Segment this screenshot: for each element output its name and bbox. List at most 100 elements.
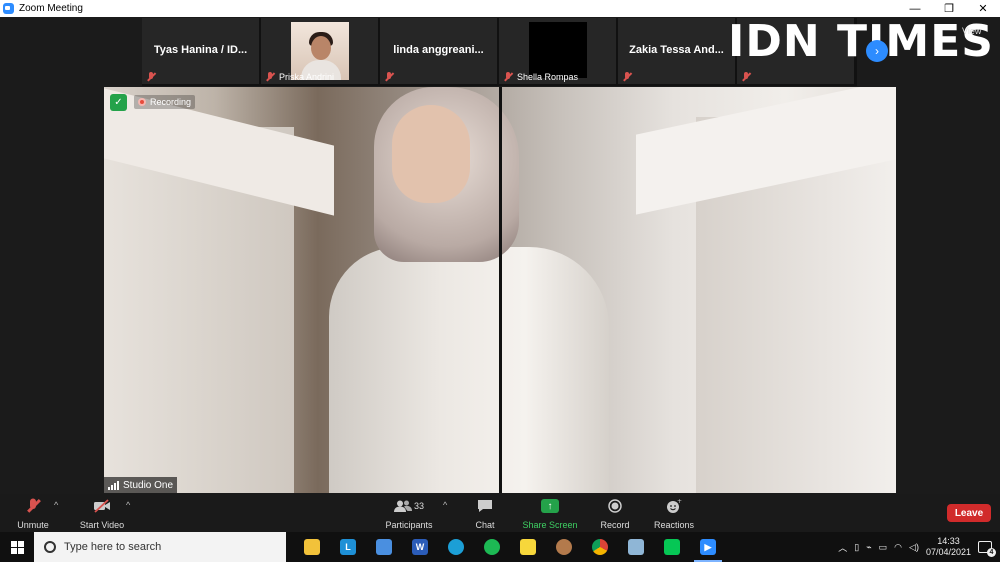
word-app[interactable]: W <box>402 532 438 562</box>
zoom-app[interactable]: ▶ <box>690 532 726 562</box>
clock-time: 14:33 <box>937 536 960 546</box>
participant-tile[interactable]: Shella Rompas <box>499 18 616 84</box>
mic-muted-icon <box>622 72 632 82</box>
participant-name: Tyas Hanina / ID... <box>153 44 248 56</box>
participant-name: Zakia Tessa And... <box>629 44 724 56</box>
zoom-camera-icon: ▶ <box>700 539 716 555</box>
wifi-icon[interactable]: ◠ <box>894 542 902 553</box>
zoom-logo-icon <box>3 3 14 14</box>
pinned-apps: L W ▶ <box>294 532 726 562</box>
taskbar-search-box[interactable]: Type here to search <box>34 532 286 562</box>
recording-label: Recording <box>150 97 192 107</box>
svg-text:+: + <box>677 498 682 505</box>
notes-app[interactable] <box>618 532 654 562</box>
leave-meeting-button[interactable]: Leave <box>947 504 991 522</box>
participants-icon: 33 <box>384 497 434 515</box>
store-bag-icon <box>376 539 392 555</box>
unmute-label: Unmute <box>17 520 49 530</box>
share-screen-icon: ↑ <box>522 497 578 515</box>
volume-icon[interactable]: ◁) <box>909 542 919 553</box>
participant-tile[interactable]: Priska Andrini <box>261 18 378 84</box>
search-placeholder: Type here to search <box>64 541 162 553</box>
chat-label: Chat <box>475 520 495 530</box>
close-button[interactable]: ✕ <box>966 0 1000 17</box>
action-center-icon[interactable]: 4 <box>978 541 996 557</box>
start-video-button[interactable]: Start Video <box>78 497 126 530</box>
speaker-name: Studio One <box>123 479 174 491</box>
mic-muted-icon <box>503 72 513 82</box>
paint-palette-icon <box>556 539 572 555</box>
participant-tile[interactable]: Tyas Hanina / ID... <box>142 18 259 84</box>
edge-icon <box>448 539 464 555</box>
folder-icon <box>304 539 320 555</box>
chat-button[interactable]: Chat <box>470 497 500 530</box>
participant-name: linda anggreani... <box>393 44 484 56</box>
mic-muted-icon <box>384 72 394 82</box>
edge-app[interactable] <box>438 532 474 562</box>
chrome-app[interactable] <box>582 532 618 562</box>
l-app[interactable]: L <box>330 532 366 562</box>
show-hidden-icons-chevron-icon[interactable]: ︿ <box>838 541 847 554</box>
battery-icon[interactable]: ▭ <box>879 542 888 553</box>
windows-logo-icon <box>10 540 24 554</box>
record-label: Record <box>600 520 630 530</box>
mic-muted-icon <box>146 72 156 82</box>
mic-muted-icon <box>14 497 52 515</box>
line-app[interactable] <box>654 532 690 562</box>
audio-options-caret-icon[interactable]: ^ <box>54 500 58 510</box>
file-explorer-app[interactable] <box>294 532 330 562</box>
participant-video-thumbnail <box>529 22 587 78</box>
active-speaker-video: ✓ Recording Studio One <box>104 87 896 493</box>
notepad-icon <box>628 539 644 555</box>
share-screen-label: Share Screen <box>522 520 578 530</box>
video-split-line <box>499 87 502 493</box>
participant-tile[interactable]: linda anggreani... <box>380 18 497 84</box>
line-chat-icon <box>664 539 680 555</box>
system-tray: ︿ ▯ ⌁ ▭ ◠ ◁) 14:33 07/04/2021 4 <box>838 532 1000 562</box>
microsoft-store-app[interactable] <box>366 532 402 562</box>
mic-muted-icon <box>265 72 275 82</box>
paint-app[interactable] <box>546 532 582 562</box>
chat-icon <box>470 497 500 515</box>
participant-name: Shella Rompas <box>517 72 579 82</box>
search-icon <box>44 541 56 553</box>
video-off-icon <box>78 497 126 515</box>
video-options-caret-icon[interactable]: ^ <box>126 500 130 510</box>
taskbar-clock[interactable]: 14:33 07/04/2021 <box>926 536 971 558</box>
start-button[interactable] <box>0 532 34 562</box>
security-shield-icon[interactable]: ✓ <box>110 94 127 111</box>
participants-count: 33 <box>413 501 424 511</box>
speaker-name-badge: Studio One <box>104 477 178 493</box>
record-icon <box>598 497 632 515</box>
clock-date: 07/04/2021 <box>925 547 971 557</box>
title-bar: Zoom Meeting — ❐ ✕ <box>0 0 1000 17</box>
l-app-icon: L <box>340 539 356 555</box>
sticky-notes-app[interactable] <box>510 532 546 562</box>
next-page-arrow-icon[interactable]: › <box>866 40 888 62</box>
record-button[interactable]: Record <box>598 497 632 530</box>
participant-tile[interactable]: Zakia Tessa And... <box>618 18 735 84</box>
word-icon: W <box>412 539 428 555</box>
speaker-figure <box>329 247 609 493</box>
unmute-button[interactable]: Unmute <box>14 497 52 530</box>
spotify-app[interactable] <box>474 532 510 562</box>
zoom-meeting-window: Zoom Meeting — ❐ ✕ Tyas Hanina / ID... P… <box>0 0 1000 562</box>
view-toggle[interactable]: View <box>962 26 981 36</box>
notification-count-badge: 4 <box>987 548 996 557</box>
participants-label: Participants <box>385 520 433 530</box>
start-video-label: Start Video <box>79 520 125 530</box>
participants-options-caret-icon[interactable]: ^ <box>443 500 447 510</box>
share-screen-button[interactable]: ↑ Share Screen <box>522 497 578 530</box>
power-plug-icon[interactable]: ⌁ <box>866 542 871 553</box>
device-icon[interactable]: ▯ <box>854 542 859 553</box>
minimize-button[interactable]: — <box>898 0 932 17</box>
restore-button[interactable]: ❐ <box>932 0 966 17</box>
recording-indicator[interactable]: Recording <box>134 95 196 109</box>
reactions-button[interactable]: + Reactions <box>652 497 696 530</box>
mic-muted-icon <box>741 72 751 82</box>
spotify-icon <box>484 539 500 555</box>
participants-button[interactable]: 33 Participants <box>384 497 434 530</box>
windows-taskbar: Type here to search L W ▶ ︿ ▯ ⌁ ▭ ◠ ◁) 1… <box>0 532 1000 562</box>
idn-times-watermark: IDN TIMES <box>728 16 994 67</box>
chrome-icon <box>592 539 608 555</box>
